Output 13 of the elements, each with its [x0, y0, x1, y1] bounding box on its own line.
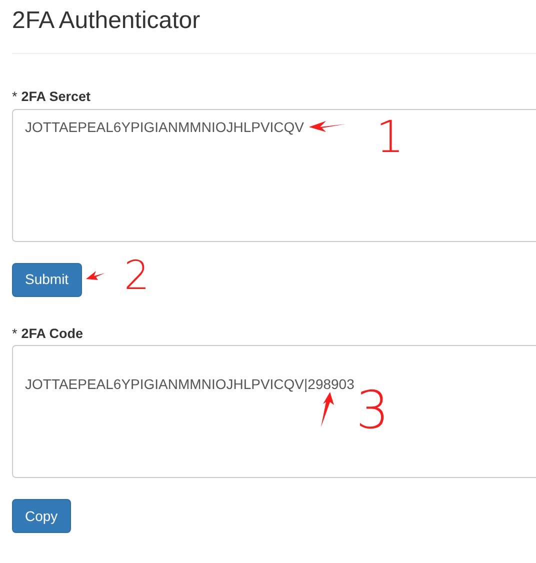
page-title: 2FA Authenticator [12, 6, 202, 36]
field-label: 2FA Sercet [21, 90, 91, 104]
copy-button[interactable]: Copy [12, 499, 71, 533]
annotation-number: 1 [376, 116, 404, 160]
required-mark: * [12, 326, 18, 340]
arrow-icon [309, 121, 346, 132]
annotation-number: 2 [124, 256, 150, 296]
arrow-icon [321, 392, 334, 427]
arrow-icon [86, 271, 105, 280]
field-label: 2FA Code [21, 326, 84, 340]
required-mark: * [12, 90, 18, 104]
annotation-number: 3 [356, 385, 390, 437]
submit-button[interactable]: Submit [12, 262, 82, 296]
